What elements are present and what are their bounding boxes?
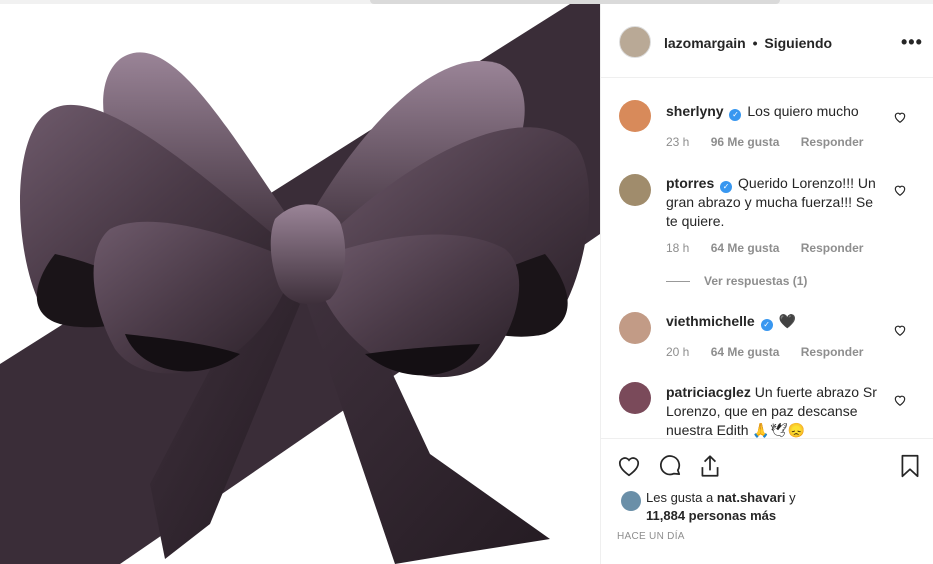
author-username[interactable]: lazomargain [664,35,746,51]
comment-meta: 20 h 64 Me gusta Responder [666,345,881,359]
replies-line [666,281,690,283]
verified-badge-icon: ✓ [720,181,733,193]
comment-bubble-icon[interactable] [657,453,683,479]
post-timestamp[interactable]: HACE UN DÍA [617,531,685,542]
comment-username[interactable]: ptorres [666,175,714,191]
commenter-avatar[interactable] [619,174,651,206]
comment-body: ptorres ✓ Querido Lorenzo!!! Un gran abr… [666,174,886,231]
comment-meta: 23 h 96 Me gusta Responder [666,135,881,149]
likes-connector: y [789,490,796,505]
verified-badge-icon: ✓ [760,319,773,331]
reply-button[interactable]: Responder [801,345,864,359]
likes-prefix: Les gusta a [646,490,714,505]
comment-text: 🖤 [778,313,796,329]
more-options-icon[interactable]: ••• [901,32,923,53]
liker-avatar[interactable] [621,491,641,511]
like-comment-heart-icon[interactable] [893,183,907,197]
post-header: lazomargain • Siguiendo ••• [601,4,933,78]
comment-text: Los quiero mucho [747,103,859,119]
verified-badge-icon: ✓ [729,109,742,121]
likes-others-count[interactable]: 11,884 personas más [646,507,776,525]
comment-username[interactable]: sherlyny [666,103,724,119]
post-side-panel: lazomargain • Siguiendo ••• sherlyny ✓ L… [600,4,933,564]
post-author-line: lazomargain • Siguiendo [664,35,832,51]
like-comment-heart-icon[interactable] [893,393,907,407]
commenter-avatar[interactable] [619,312,651,344]
comment-likes[interactable]: 64 Me gusta [711,241,780,255]
author-avatar[interactable] [619,26,651,58]
comment-body: patriciacglez Un fuerte abrazo Sr Lorenz… [666,383,886,438]
comment-time[interactable]: 18 h [666,241,689,255]
like-heart-icon[interactable] [616,453,642,479]
reply-button[interactable]: Responder [801,135,864,149]
comment-username[interactable]: viethmichelle [666,313,755,329]
separator: • [752,35,758,51]
comment-body: sherlyny ✓ Los quiero mucho [666,102,886,121]
post-actions: Les gusta a nat.shavari y 11,884 persona… [601,438,933,564]
like-comment-heart-icon[interactable] [893,110,907,124]
comment-likes[interactable]: 96 Me gusta [711,135,780,149]
follow-status[interactable]: Siguiendo [764,35,832,51]
post-image [0,4,600,564]
black-ribbon-bow-image [0,4,600,564]
save-bookmark-icon[interactable] [897,453,923,479]
likes-line-1: Les gusta a nat.shavari y [646,489,796,507]
like-comment-heart-icon[interactable] [893,323,907,337]
commenter-avatar[interactable] [619,382,651,414]
comment-username[interactable]: patriciacglez [666,384,751,400]
comment-body: viethmichelle ✓ 🖤 [666,312,886,331]
comment-time[interactable]: 20 h [666,345,689,359]
comment-time[interactable]: 23 h [666,135,689,149]
liker-username[interactable]: nat.shavari [717,490,786,505]
comments-list: sherlyny ✓ Los quiero mucho 23 h 96 Me g… [601,78,933,438]
commenter-avatar[interactable] [619,100,651,132]
share-icon[interactable] [697,453,723,479]
comment-meta: 18 h 64 Me gusta Responder [666,241,881,255]
comment-likes[interactable]: 64 Me gusta [711,345,780,359]
view-replies-label: Ver respuestas (1) [704,274,808,288]
reply-button[interactable]: Responder [801,241,864,255]
view-replies-button[interactable]: Ver respuestas (1) [666,274,807,288]
